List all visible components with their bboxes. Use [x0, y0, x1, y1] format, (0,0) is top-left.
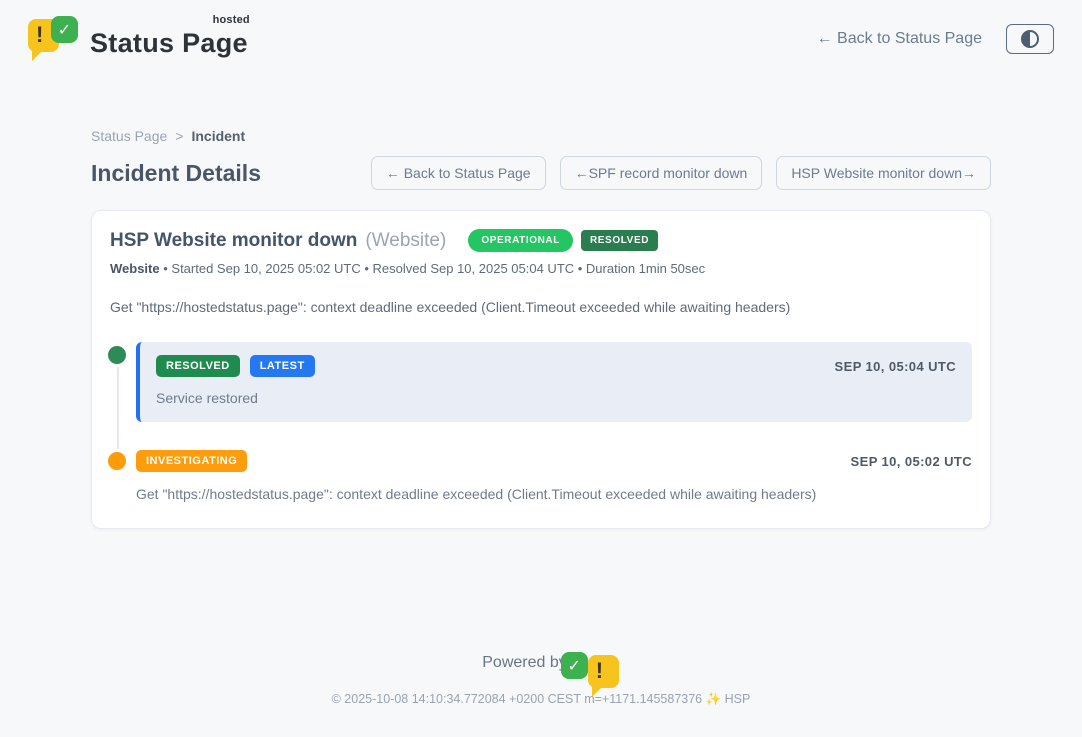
exclamation-icon: ! — [596, 658, 603, 684]
exclamation-icon: ! — [36, 22, 43, 48]
timeline-highlight-box: RESOLVED LATEST SEP 10, 05:04 UTC Servic… — [136, 342, 972, 422]
footer-logo-icon: ! ✓ — [576, 652, 600, 674]
timeline-badges: INVESTIGATING — [136, 450, 247, 472]
breadcrumb: Status Page > Incident — [91, 128, 991, 144]
back-to-status-page-link[interactable]: ← Back to Status Page — [817, 30, 982, 48]
timeline-timestamp: SEP 10, 05:02 UTC — [851, 454, 972, 469]
copyright-text: © 2025-10-08 14:10:34.772084 +0200 CEST … — [0, 692, 1082, 707]
timeline-badges: RESOLVED LATEST — [156, 355, 315, 377]
breadcrumb-incident: Incident — [191, 128, 245, 144]
resolved-status-badge: RESOLVED — [581, 230, 658, 251]
timeline-message: Get "https://hostedstatus.page": context… — [136, 486, 972, 502]
footer: Powered by ! ✓ © 2025-10-08 14:10:34.772… — [0, 652, 1082, 707]
prev-incident-button[interactable]: ←SPF record monitor down — [560, 156, 763, 190]
next-incident-button[interactable]: HSP Website monitor down→ — [776, 156, 991, 190]
timeline-message: Service restored — [156, 390, 956, 406]
incident-meta-component: Website — [110, 261, 160, 276]
incident-title-row: HSP Website monitor down (Website) OPERA… — [110, 229, 972, 252]
latest-badge: LATEST — [250, 355, 315, 377]
logo-bubble-tail — [32, 50, 43, 61]
incident-description: Get "https://hostedstatus.page": context… — [110, 299, 972, 315]
incident-meta-details: • Started Sep 10, 2025 05:02 UTC • Resol… — [163, 261, 705, 276]
app-logo[interactable]: ! ✓ Status Pagehosted — [28, 16, 248, 62]
timeline-item-header: RESOLVED LATEST SEP 10, 05:04 UTC — [156, 355, 956, 377]
hosted-label: hosted — [213, 14, 250, 26]
breadcrumb-status-page[interactable]: Status Page — [91, 128, 167, 144]
page-title: Incident Details — [91, 160, 261, 187]
timeline-item-resolved: RESOLVED LATEST SEP 10, 05:04 UTC Servic… — [110, 342, 972, 422]
checkmark-icon: ✓ — [51, 16, 78, 43]
timeline-timestamp: SEP 10, 05:04 UTC — [835, 359, 956, 374]
incident-meta: Website • Started Sep 10, 2025 05:02 UTC… — [110, 261, 972, 276]
brand-name: Status Pagehosted — [90, 20, 248, 59]
incident-title: HSP Website monitor down — [110, 230, 357, 252]
contrast-icon — [1021, 30, 1039, 48]
header: ! ✓ Status Pagehosted ← Back to Status P… — [0, 0, 1082, 62]
powered-by-label: Powered by — [482, 654, 567, 672]
heading-row: Incident Details ← Back to Status Page ←… — [91, 156, 991, 190]
incident-card: HSP Website monitor down (Website) OPERA… — [91, 210, 991, 529]
checkmark-icon: ✓ — [561, 652, 588, 679]
main-content: Status Page > Incident Incident Details … — [91, 128, 991, 529]
theme-toggle-button[interactable] — [1006, 24, 1054, 54]
timeline-item-header: INVESTIGATING SEP 10, 05:02 UTC — [136, 450, 972, 472]
header-actions: ← Back to Status Page — [817, 24, 1054, 54]
incident-nav-buttons: ← Back to Status Page ←SPF record monito… — [371, 156, 991, 190]
investigating-badge: INVESTIGATING — [136, 450, 247, 472]
powered-by-link[interactable]: Powered by ! ✓ — [482, 652, 600, 674]
incident-timeline: RESOLVED LATEST SEP 10, 05:04 UTC Servic… — [110, 342, 972, 502]
timeline-dot-green — [108, 346, 126, 364]
resolved-badge: RESOLVED — [156, 355, 240, 377]
timeline-item-investigating: INVESTIGATING SEP 10, 05:02 UTC Get "htt… — [110, 450, 972, 502]
timeline-dot-orange — [108, 452, 126, 470]
incident-component: (Website) — [365, 230, 446, 252]
operational-status-badge: OPERATIONAL — [468, 229, 573, 252]
back-to-status-page-button[interactable]: ← Back to Status Page — [371, 156, 546, 190]
breadcrumb-separator: > — [175, 128, 183, 144]
status-page-logo-icon: ! ✓ — [28, 16, 78, 62]
